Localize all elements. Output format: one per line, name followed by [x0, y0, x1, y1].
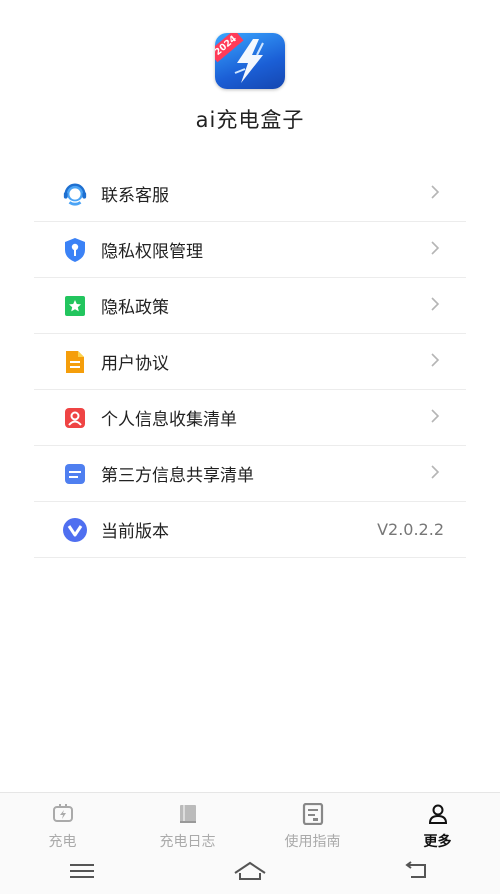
book-icon [176, 803, 200, 829]
tab-user-guide[interactable]: 使用指南 [250, 793, 375, 853]
tab-charging[interactable]: 充电 [0, 793, 125, 853]
menu-item-label: 个人信息收集清单 [101, 410, 237, 430]
menu-item-customer-service[interactable]: 联系客服 [34, 166, 466, 222]
chevron-right-icon [430, 352, 440, 372]
tab-label: 充电 [48, 834, 77, 850]
menu-icon[interactable] [69, 862, 95, 884]
customer-service-icon [62, 181, 88, 207]
menu-item-label: 第三方信息共享清单 [101, 466, 254, 486]
menu-item-third-party-sharing[interactable]: 第三方信息共享清单 [34, 446, 466, 502]
chevron-right-icon [430, 240, 440, 260]
person-card-icon [62, 405, 88, 431]
menu-item-label: 联系客服 [101, 186, 169, 206]
version-v-icon [62, 517, 88, 543]
system-nav-bar [0, 852, 500, 894]
tab-label: 充电日志 [159, 834, 216, 850]
list-doc-icon [62, 461, 88, 487]
tab-label: 更多 [423, 834, 452, 850]
bottom-tab-bar: 充电 充电日志 使用指南 更多 [0, 792, 500, 853]
home-icon[interactable] [233, 861, 267, 885]
shield-key-icon [62, 237, 88, 263]
back-icon[interactable] [405, 861, 431, 885]
tab-label: 使用指南 [284, 834, 341, 850]
menu-item-label: 隐私权限管理 [101, 242, 203, 262]
menu-item-label: 当前版本 [101, 522, 169, 542]
charging-icon [51, 803, 75, 829]
menu-item-current-version[interactable]: 当前版本 V2.0.2.2 [34, 502, 466, 558]
settings-menu: 联系客服 隐私权限管理 隐私政策 用户协议 个人信息收集清单 第三方信息共享清单… [34, 166, 466, 558]
menu-item-label: 隐私政策 [101, 298, 169, 318]
menu-item-privacy-permissions[interactable]: 隐私权限管理 [34, 222, 466, 278]
star-bookmark-icon [62, 293, 88, 319]
document-icon [62, 349, 88, 375]
menu-item-user-agreement[interactable]: 用户协议 [34, 334, 466, 390]
menu-item-privacy-policy[interactable]: 隐私政策 [34, 278, 466, 334]
app-name: ai充电盒子 [195, 108, 305, 132]
chevron-right-icon [430, 296, 440, 316]
tab-more[interactable]: 更多 [375, 793, 500, 853]
chevron-right-icon [430, 408, 440, 428]
chevron-right-icon [430, 464, 440, 484]
chevron-right-icon [430, 184, 440, 204]
tab-charging-log[interactable]: 充电日志 [125, 793, 250, 853]
app-logo-icon: 2024 [215, 33, 285, 89]
menu-item-personal-info-list[interactable]: 个人信息收集清单 [34, 390, 466, 446]
person-icon [426, 803, 450, 829]
menu-item-label: 用户协议 [101, 354, 169, 374]
version-value: V2.0.2.2 [377, 520, 444, 539]
guide-icon [301, 802, 325, 829]
